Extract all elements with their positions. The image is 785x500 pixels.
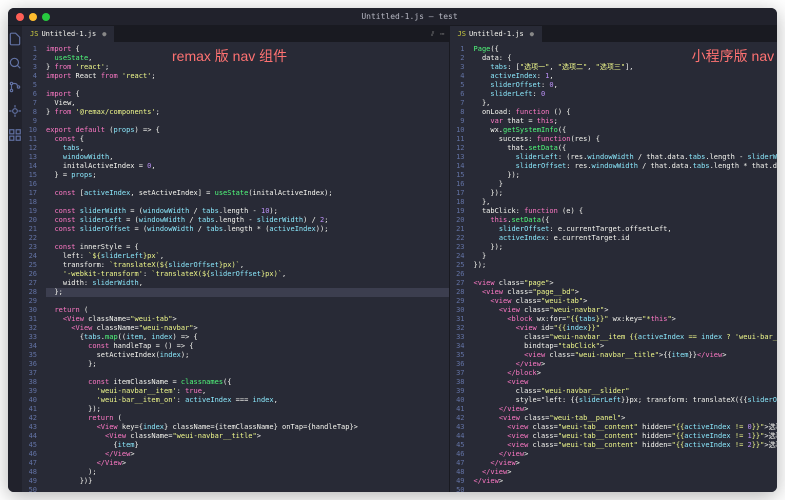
tab-right[interactable]: JS Untitled-1.js ●	[450, 26, 543, 42]
tab-filename: Untitled-1.js	[469, 30, 524, 39]
activity-bar	[8, 26, 22, 492]
tab-bar-left: JS Untitled-1.js ● ⫽ ⋯	[22, 26, 449, 42]
more-actions-icon[interactable]: ⋯	[440, 30, 444, 39]
gutter-right: 1234567891011121314151617181920212223242…	[450, 42, 470, 492]
overlay-label-right: 小程序版 nav 组件	[692, 52, 777, 61]
code-editor-left[interactable]: import { useState,} from 'react';import …	[42, 42, 449, 492]
titlebar: Untitled-1.js — test	[8, 8, 777, 26]
code-editor-right[interactable]: Page({ data: { tabs: ["选项一", "选项二", "选项三…	[470, 42, 777, 492]
gutter-left: 1234567891011121314151617181920212223242…	[22, 42, 42, 492]
window-title: Untitled-1.js — test	[50, 12, 769, 21]
git-icon[interactable]	[8, 80, 22, 94]
dirty-indicator[interactable]: ●	[102, 30, 106, 39]
dirty-indicator[interactable]: ●	[530, 30, 534, 39]
minimize-window-icon[interactable]	[29, 13, 37, 21]
tab-bar-right: JS Untitled-1.js ● ⫽ ⋯	[450, 26, 777, 42]
editor-pane-right: 小程序版 nav 组件 JS Untitled-1.js ● ⫽ ⋯	[449, 26, 777, 492]
overlay-label-left: remax 版 nav 组件	[172, 52, 287, 61]
maximize-window-icon[interactable]	[42, 13, 50, 21]
tab-filename: Untitled-1.js	[41, 30, 96, 39]
search-icon[interactable]	[8, 56, 22, 70]
js-file-icon: JS	[30, 30, 38, 39]
tab-left[interactable]: JS Untitled-1.js ●	[22, 26, 115, 42]
debug-icon[interactable]	[8, 104, 22, 118]
close-window-icon[interactable]	[16, 13, 24, 21]
extensions-icon[interactable]	[8, 128, 22, 142]
js-file-icon: JS	[458, 30, 466, 39]
files-icon[interactable]	[8, 32, 22, 46]
editor-pane-left: remax 版 nav 组件 JS Untitled-1.js ● ⫽ ⋯	[22, 26, 449, 492]
split-editor-icon[interactable]: ⫽	[431, 30, 434, 39]
